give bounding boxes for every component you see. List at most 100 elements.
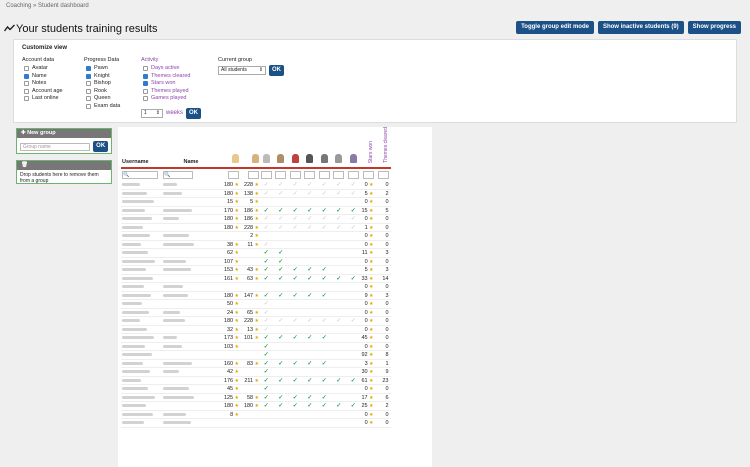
table-row[interactable]: 50 ★ ✓ 0 ★ 0 xyxy=(121,299,391,309)
level-6-icon[interactable] xyxy=(332,127,347,167)
checkbox[interactable] xyxy=(143,96,148,102)
table-row[interactable]: 0 ★ 0 xyxy=(121,282,391,292)
table-row[interactable]: 180 ★ 228 ★ ✓ ✓ ✓ ✓ ✓ ✓ ✓ 0 ★ 0 xyxy=(121,180,391,190)
username-cell[interactable] xyxy=(121,410,163,420)
username-cell[interactable] xyxy=(121,308,163,318)
table-row[interactable]: 24 ★ 65 ★ ✓ 0 ★ 0 xyxy=(121,308,391,318)
option-rook[interactable]: Rook xyxy=(84,88,120,96)
current-group-select[interactable]: All students ⇕ xyxy=(218,66,266,75)
knight-filter[interactable] xyxy=(248,170,259,179)
level-5-filter[interactable] xyxy=(318,170,330,179)
name-header[interactable]: Name xyxy=(163,127,219,167)
level-7-icon[interactable] xyxy=(346,127,361,167)
username-cell[interactable] xyxy=(121,384,163,394)
username-cell[interactable] xyxy=(121,393,163,403)
checkbox[interactable] xyxy=(143,73,148,79)
username-header[interactable]: Username xyxy=(121,127,163,167)
table-row[interactable]: 107 ★ ✓ ✓ 0 ★ 0 xyxy=(121,257,391,267)
level-6-filter[interactable] xyxy=(333,170,345,179)
table-row[interactable]: ✓ 92 ★ 8 xyxy=(121,350,391,360)
username-cell[interactable] xyxy=(121,291,163,301)
username-cell[interactable] xyxy=(121,376,163,386)
table-row[interactable]: 103 ★ ✓ 0 ★ 0 xyxy=(121,342,391,352)
table-row[interactable]: 42 ★ ✓ 30 ★ 9 xyxy=(121,367,391,377)
username-cell[interactable] xyxy=(121,223,163,233)
checkbox[interactable] xyxy=(86,66,91,72)
group-name-input[interactable]: Group name xyxy=(20,142,91,151)
username-cell[interactable] xyxy=(121,240,163,250)
table-row[interactable]: 8 ★ 0 ★ 0 xyxy=(121,410,391,420)
level-3-icon[interactable] xyxy=(288,127,303,167)
username-cell[interactable] xyxy=(121,401,163,411)
option-pawn[interactable]: Pawn xyxy=(84,65,120,73)
username-cell[interactable] xyxy=(121,265,163,275)
username-cell[interactable] xyxy=(121,197,163,207)
table-row[interactable]: 153 ★ 43 ★ ✓ ✓ ✓ ✓ ✓ 5 ★ 3 xyxy=(121,265,391,275)
knight-icon[interactable] xyxy=(239,127,259,167)
username-cell[interactable] xyxy=(121,325,163,335)
checkbox[interactable] xyxy=(24,88,29,94)
option-games-played[interactable]: Games played xyxy=(141,95,201,103)
weeks-select[interactable]: 1 ⇕ xyxy=(141,108,163,118)
username-cell[interactable] xyxy=(121,248,163,258)
toggle-group-edit-button[interactable]: Toggle group edit mode xyxy=(516,21,594,34)
table-row[interactable]: 180 ★ 147 ★ ✓ ✓ ✓ ✓ ✓ 9 ★ 3 xyxy=(121,291,391,301)
checkbox[interactable] xyxy=(24,73,29,79)
level-1-filter[interactable] xyxy=(260,170,272,179)
table-row[interactable]: 62 ★ ✓ ✓ 11 ★ 3 xyxy=(121,248,391,258)
show-progress-button[interactable]: Show progress xyxy=(687,21,741,34)
option-avatar[interactable]: Avatar xyxy=(22,65,63,73)
table-row[interactable]: 125 ★ 58 ★ ✓ ✓ ✓ ✓ ✓ 17 ★ 6 xyxy=(121,393,391,403)
table-row[interactable]: 180 ★ 138 ★ ✓ ✓ ✓ ✓ ✓ ✓ ✓ 5 ★ 2 xyxy=(121,189,391,199)
checkbox[interactable] xyxy=(24,66,29,72)
stars-filter[interactable] xyxy=(362,170,374,179)
table-row[interactable]: 0 ★ 0 xyxy=(121,418,391,428)
activity-ok-button[interactable]: OK xyxy=(186,107,202,119)
drop-zone[interactable]: 🗑 Drop students here to remove them from… xyxy=(16,160,112,184)
level-7-filter[interactable] xyxy=(347,170,359,179)
option-themes-cleared[interactable]: Themes cleared xyxy=(141,73,201,81)
username-cell[interactable] xyxy=(121,214,163,224)
pawn-filter[interactable] xyxy=(228,170,239,179)
checkbox[interactable] xyxy=(86,73,91,79)
checkbox[interactable] xyxy=(86,88,91,94)
new-group-ok-button[interactable]: OK xyxy=(93,141,108,152)
breadcrumb[interactable]: Coaching » Student dashboard xyxy=(6,3,89,9)
themes-filter[interactable] xyxy=(377,170,389,179)
table-row[interactable]: 180 ★ 228 ★ ✓ ✓ ✓ ✓ ✓ ✓ ✓ 0 ★ 0 xyxy=(121,316,391,326)
username-cell[interactable] xyxy=(121,299,163,309)
checkbox[interactable] xyxy=(86,103,91,109)
table-row[interactable]: 170 ★ 186 ★ ✓ ✓ ✓ ✓ ✓ ✓ ✓ 15 ★ 5 xyxy=(121,206,391,216)
pawn-icon[interactable] xyxy=(219,127,239,167)
username-cell[interactable] xyxy=(121,282,163,292)
checkbox[interactable] xyxy=(86,96,91,102)
option-themes-played[interactable]: Themes played xyxy=(141,88,201,96)
checkbox[interactable] xyxy=(143,66,148,72)
option-exam-data[interactable]: Exam data xyxy=(84,103,120,111)
table-row[interactable]: 2 ★ 0 ★ 0 xyxy=(121,231,391,241)
username-cell[interactable] xyxy=(121,206,163,216)
option-notes[interactable]: Notes xyxy=(22,80,63,88)
table-row[interactable]: 180 ★ 180 ★ ✓ ✓ ✓ ✓ ✓ ✓ ✓ 25 ★ 2 xyxy=(121,401,391,411)
username-cell[interactable] xyxy=(121,359,163,369)
stars-won-header[interactable]: Stars won xyxy=(361,127,376,167)
option-name[interactable]: Name xyxy=(22,73,63,81)
table-row[interactable]: 160 ★ 83 ★ ✓ ✓ ✓ ✓ ✓ 3 ★ 1 xyxy=(121,359,391,369)
username-cell[interactable] xyxy=(121,180,163,190)
username-filter[interactable]: 🔍 xyxy=(122,170,158,179)
level-4-filter[interactable] xyxy=(304,170,316,179)
username-cell[interactable] xyxy=(121,367,163,377)
username-cell[interactable] xyxy=(121,350,163,360)
checkbox[interactable] xyxy=(24,96,29,102)
level-2-icon[interactable] xyxy=(274,127,289,167)
username-cell[interactable] xyxy=(121,231,163,241)
table-row[interactable]: 180 ★ 186 ★ ✓ ✓ ✓ ✓ ✓ ✓ ✓ 0 ★ 0 xyxy=(121,214,391,224)
level-4-icon[interactable] xyxy=(303,127,318,167)
table-row[interactable]: 32 ★ 13 ★ ✓ 0 ★ 0 xyxy=(121,325,391,335)
option-queen[interactable]: Queen xyxy=(84,95,120,103)
checkbox[interactable] xyxy=(86,81,91,87)
table-row[interactable]: 176 ★ 211 ★ ✓ ✓ ✓ ✓ ✓ ✓ ✓ 61 ★ 23 xyxy=(121,376,391,386)
show-inactive-button[interactable]: Show inactive students (9) xyxy=(597,21,684,34)
username-cell[interactable] xyxy=(121,316,163,326)
option-bishop[interactable]: Bishop xyxy=(84,80,120,88)
